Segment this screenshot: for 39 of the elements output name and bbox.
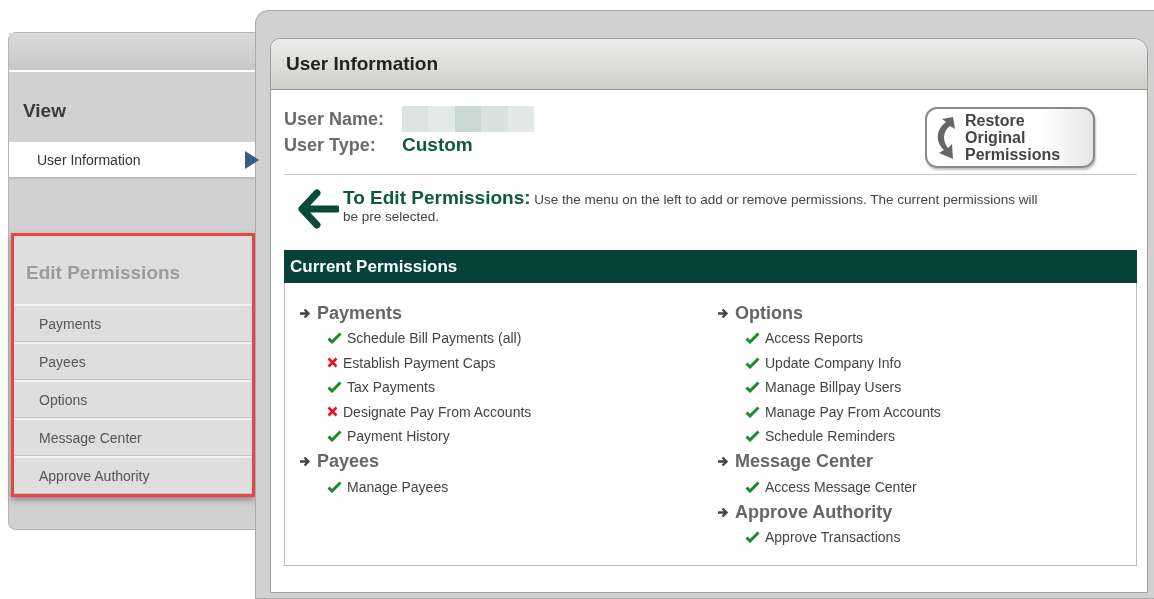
permissions-header: Current Permissions bbox=[284, 250, 1137, 283]
group-title: Message Center bbox=[735, 451, 874, 472]
permission-label: Access Message Center bbox=[765, 478, 917, 495]
restore-button[interactable]: Restore Original Permissions bbox=[925, 107, 1095, 168]
sidebar-item[interactable]: Message Center bbox=[14, 418, 252, 456]
left-arrow-icon bbox=[297, 189, 339, 229]
field-label: User Type: bbox=[284, 134, 377, 156]
sidebar-item[interactable]: Approve Authority bbox=[14, 456, 252, 494]
permission-label: Manage Pay From Accounts bbox=[765, 403, 941, 420]
permission-label: Schedule Bill Payments (all) bbox=[347, 330, 522, 347]
hint-text: To Edit Permissions: Use the menu on the left to add or remove permissions. The current permissions will be pre selected. bbox=[343, 189, 1039, 225]
arrow-icon bbox=[299, 306, 312, 320]
permission-label: Access Reports bbox=[765, 330, 864, 347]
pointer-icon bbox=[245, 151, 259, 169]
arrow-icon bbox=[299, 455, 312, 468]
permission-label: Manage Billpay Users bbox=[765, 379, 902, 396]
section-title: View bbox=[22, 99, 67, 123]
field-value: Custom bbox=[402, 134, 473, 156]
card-title: User Information bbox=[271, 39, 1147, 90]
field-label: User Name: bbox=[284, 108, 386, 130]
permission-label: Approve Transactions bbox=[765, 529, 901, 546]
group-title: Payments bbox=[317, 302, 403, 324]
permission-label: Update Company Info bbox=[765, 354, 902, 371]
permission-label: Tax Payments bbox=[347, 379, 435, 396]
arrow-icon bbox=[717, 306, 730, 320]
sidebar-item[interactable]: Options bbox=[14, 380, 252, 418]
permission-label: Establish Payment Caps bbox=[343, 354, 496, 371]
section-title: Edit Permissions bbox=[25, 261, 182, 285]
permission-label: Schedule Reminders bbox=[765, 428, 895, 445]
sidebar-item[interactable]: Payees bbox=[14, 342, 252, 380]
permission-label: Designate Pay From Accounts bbox=[343, 403, 532, 420]
sidebar-item[interactable]: Payments bbox=[14, 304, 252, 342]
group-title: Approve Authority bbox=[735, 501, 893, 523]
permission-label: Manage Payees bbox=[347, 478, 449, 495]
arrow-icon bbox=[717, 455, 730, 468]
permission-label: Payment History bbox=[347, 428, 450, 445]
arrow-icon bbox=[717, 505, 730, 519]
group-title: Payees bbox=[317, 451, 380, 472]
group-title: Options bbox=[735, 302, 803, 324]
